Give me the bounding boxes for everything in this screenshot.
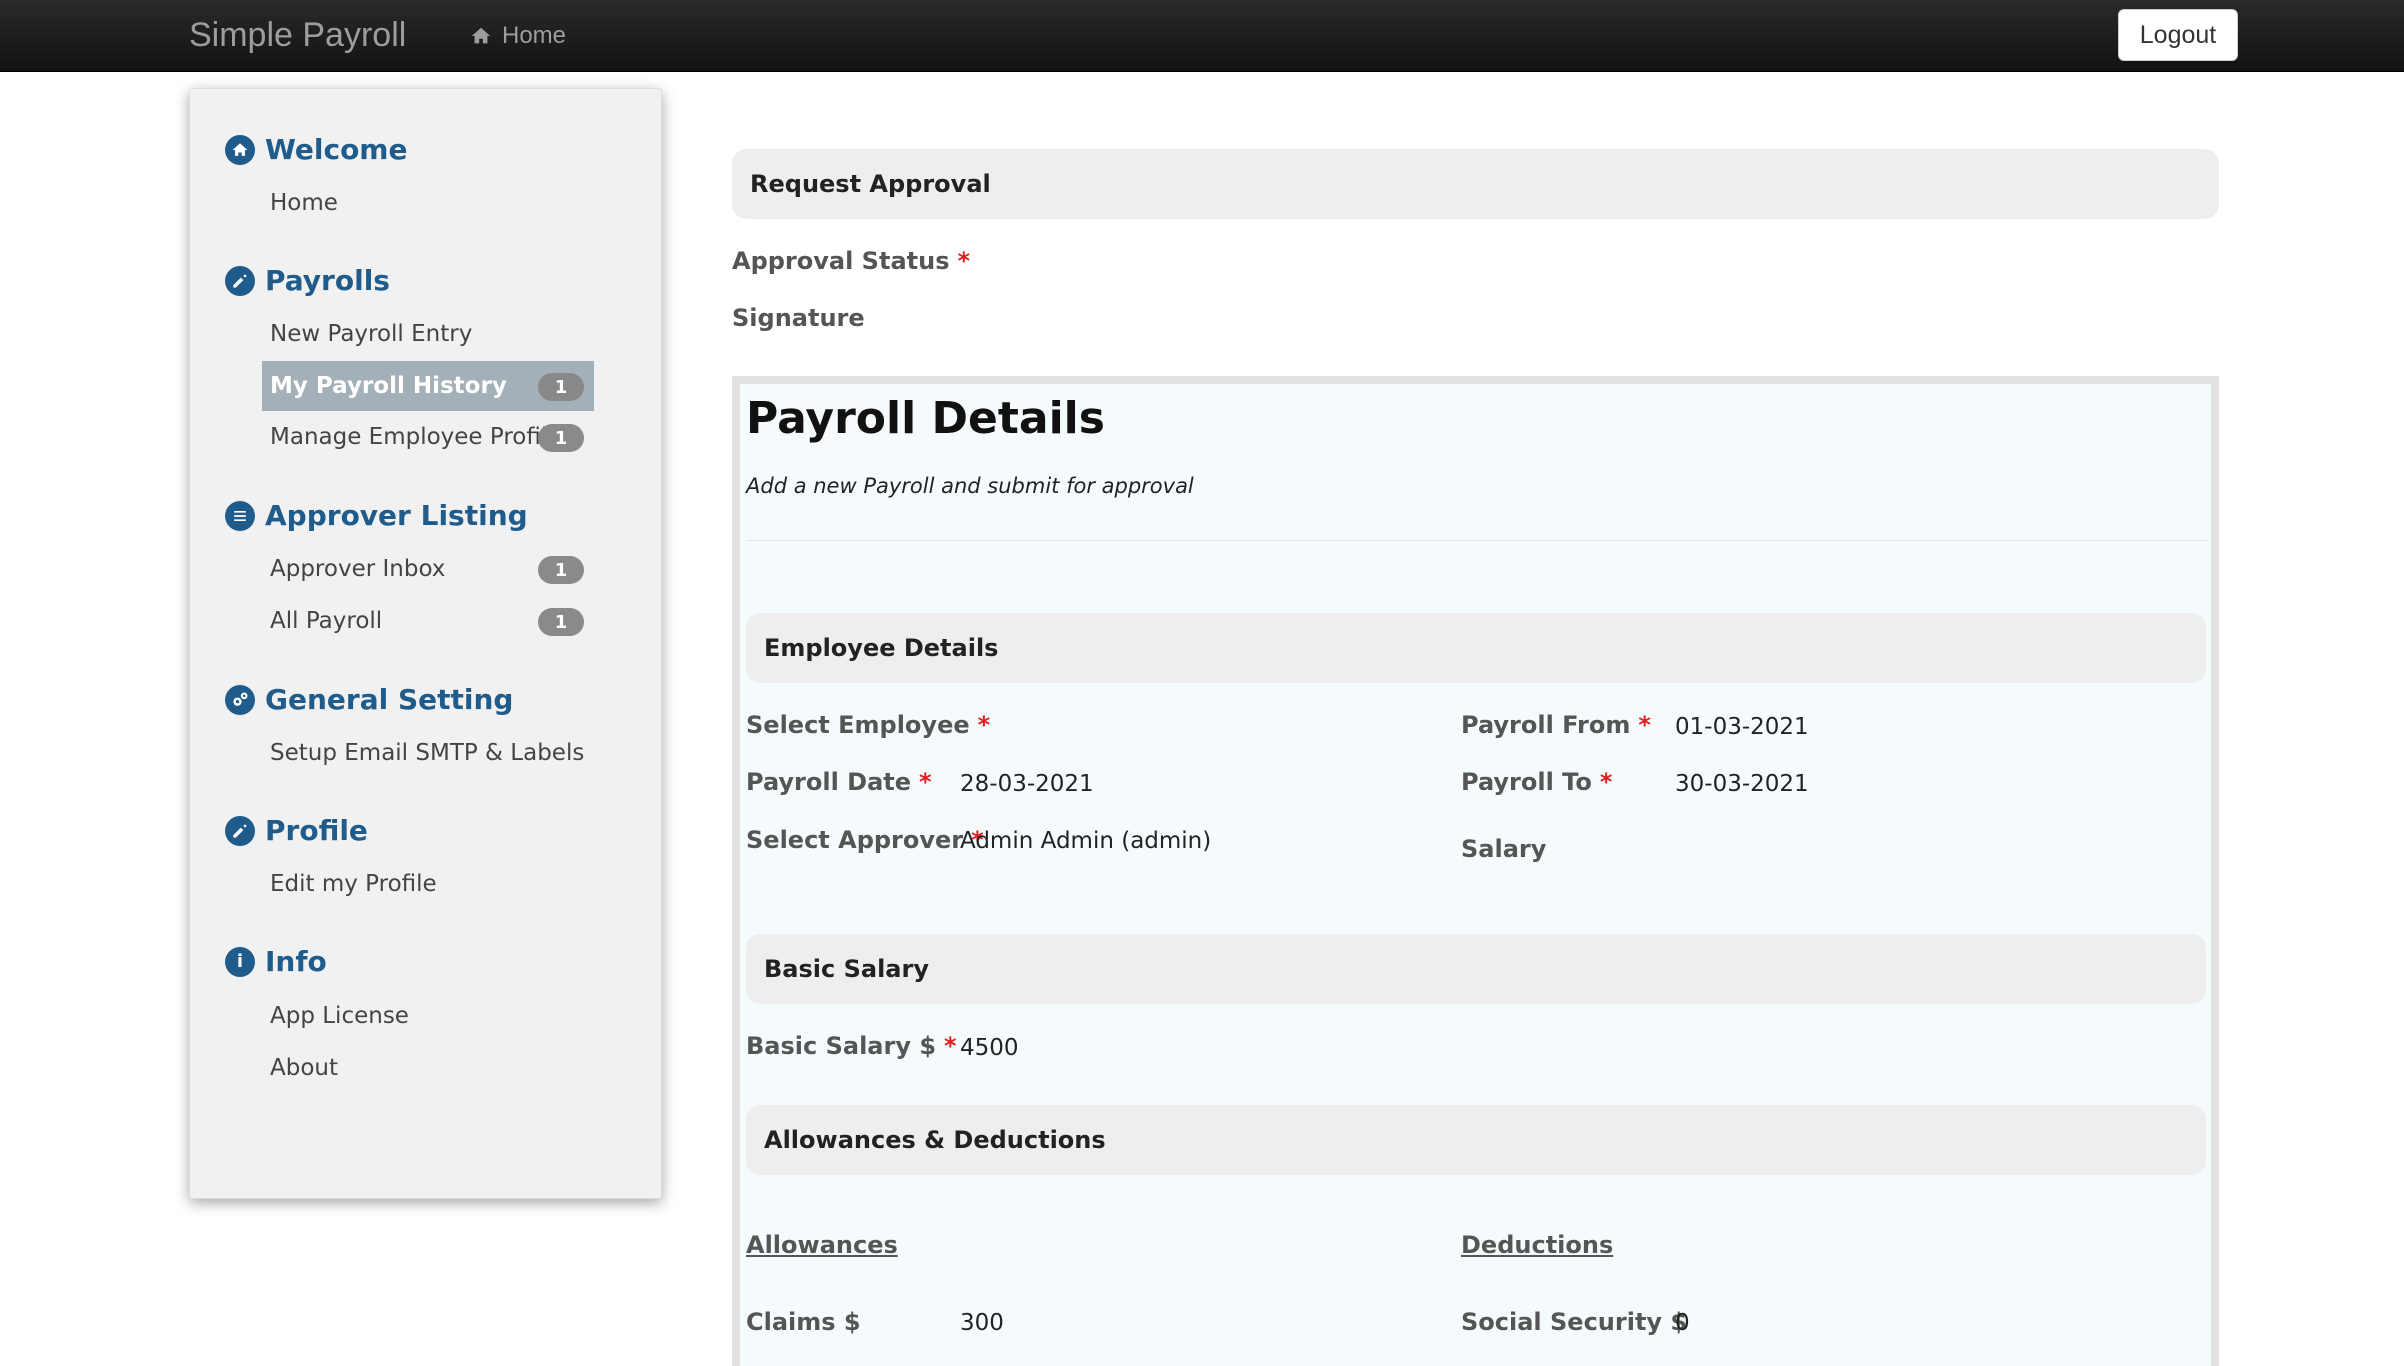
sidebar-section-title: Info — [265, 945, 327, 978]
select-employee-label: Select Employee * — [746, 711, 990, 739]
salary-label: Salary — [1461, 835, 1547, 863]
sidebar-section-title: Welcome — [265, 133, 408, 166]
label-text: Select Employee — [746, 711, 970, 739]
count-badge: 1 — [538, 608, 584, 636]
panel-title: Request Approval — [750, 170, 991, 198]
sidebar-item-edit-my-profile[interactable]: Edit my Profile — [262, 859, 594, 909]
request-approval-header: Request Approval — [732, 149, 2219, 219]
sidebar-item-label: Approver Inbox — [270, 556, 446, 582]
select-approver-label: Select Approver * — [746, 826, 984, 854]
payroll-date-label: Payroll Date * — [746, 768, 932, 796]
sidebar-item-my-payroll-history[interactable]: My Payroll History 1 — [262, 361, 594, 411]
required-marker: * — [1599, 768, 1613, 796]
social-security-value[interactable]: 0 — [1675, 1310, 1690, 1336]
home-icon — [225, 134, 255, 165]
social-security-label: Social Security $ — [1461, 1308, 1688, 1336]
info-icon: i — [225, 946, 255, 977]
nav-home-link[interactable]: Home — [470, 22, 566, 50]
payroll-details-panel — [732, 376, 2219, 1366]
payroll-to-label: Payroll To * — [1461, 768, 1612, 796]
sidebar-item-label: My Payroll History — [270, 373, 507, 399]
select-approver-value[interactable]: Admin Admin (admin) — [960, 828, 1211, 854]
list-icon — [225, 500, 255, 531]
sidebar-item-label: Edit my Profile — [270, 871, 437, 897]
sidebar-section-title: Payrolls — [265, 264, 390, 297]
payroll-date-value[interactable]: 28-03-2021 — [960, 771, 1094, 797]
required-marker: * — [919, 768, 932, 796]
label-text: Payroll To — [1461, 768, 1592, 796]
approval-status-label: Approval Status * — [732, 247, 970, 275]
edit-icon — [225, 815, 255, 846]
sidebar-section-info: i Info — [225, 945, 327, 978]
sidebar-section-title: Profile — [265, 814, 368, 847]
basic-salary-header: Basic Salary — [746, 934, 2206, 1004]
label-text: Approval Status — [732, 247, 950, 275]
payroll-to-value[interactable]: 30-03-2021 — [1675, 771, 1809, 797]
required-marker: * — [957, 247, 971, 275]
payroll-from-value[interactable]: 01-03-2021 — [1675, 714, 1809, 740]
sidebar-item-label: Setup Email SMTP & Labels — [270, 740, 585, 766]
count-badge: 1 — [538, 556, 584, 584]
payroll-details-subtitle: Add a new Payroll and submit for approva… — [746, 474, 1194, 498]
logout-button[interactable]: Logout — [2118, 9, 2238, 61]
top-navbar: Simple Payroll Home Logout — [0, 0, 2404, 72]
employee-details-header: Employee Details — [746, 613, 2206, 683]
sidebar-item-new-payroll-entry[interactable]: New Payroll Entry — [262, 309, 594, 359]
allowances-heading: Allowances — [746, 1231, 898, 1259]
label-text: Basic Salary $ — [746, 1032, 937, 1060]
payroll-details-title: Payroll Details — [746, 393, 1105, 444]
sidebar-item-label: New Payroll Entry — [270, 321, 473, 347]
sidebar-item-manage-employee-profile[interactable]: Manage Employee Profile 1 — [262, 412, 594, 462]
sidebar-section-welcome: Welcome — [225, 133, 407, 166]
sidebar-section-title: General Setting — [265, 683, 514, 716]
panel-title: Basic Salary — [764, 955, 929, 983]
sidebar-section-approver-listing: Approver Listing — [225, 499, 528, 532]
sidebar-item-home[interactable]: Home — [262, 178, 594, 228]
required-marker: * — [944, 1032, 957, 1060]
basic-salary-value[interactable]: 4500 — [960, 1035, 1019, 1061]
count-badge: 1 — [538, 373, 584, 401]
nav-home-label: Home — [502, 22, 567, 49]
app-brand[interactable]: Simple Payroll — [189, 16, 406, 55]
sidebar-section-general-setting: General Setting — [225, 683, 513, 716]
sidebar-item-all-payroll[interactable]: All Payroll 1 — [262, 596, 594, 646]
payroll-from-label: Payroll From * — [1461, 711, 1651, 739]
required-marker: * — [977, 711, 991, 739]
sidebar-item-label: App License — [270, 1003, 409, 1029]
sidebar-section-profile: Profile — [225, 814, 368, 847]
sidebar-item-approver-inbox[interactable]: Approver Inbox 1 — [262, 544, 594, 594]
sidebar-item-app-license[interactable]: App License — [262, 991, 594, 1041]
panel-title: Employee Details — [764, 634, 999, 662]
allowances-deductions-header: Allowances & Deductions — [746, 1105, 2206, 1175]
claims-value[interactable]: 300 — [960, 1310, 1004, 1336]
sidebar-item-label: Home — [270, 190, 338, 216]
sidebar-section-payrolls: Payrolls — [225, 264, 390, 297]
deductions-heading: Deductions — [1461, 1231, 1614, 1259]
sidebar-item-label: All Payroll — [270, 608, 383, 634]
label-text: Select Approver — [746, 826, 964, 854]
count-badge: 1 — [538, 424, 584, 452]
required-marker: * — [1638, 711, 1651, 739]
home-icon — [471, 27, 491, 44]
claims-label: Claims $ — [746, 1308, 861, 1336]
sidebar-item-label: Manage Employee Profile — [270, 424, 562, 450]
edit-icon — [225, 265, 255, 296]
label-text: Payroll Date — [746, 768, 912, 796]
label-text: Payroll From — [1461, 711, 1631, 739]
signature-label: Signature — [732, 304, 865, 332]
sidebar-item-label: About — [270, 1055, 339, 1081]
basic-salary-label: Basic Salary $ * — [746, 1032, 957, 1060]
sidebar-section-title: Approver Listing — [265, 499, 528, 532]
gears-icon — [225, 684, 255, 715]
sidebar-item-setup-email-smtp[interactable]: Setup Email SMTP & Labels — [262, 728, 594, 778]
sidebar: Welcome Home Payrolls New Payroll Entry … — [189, 88, 662, 1199]
divider — [746, 540, 2208, 541]
sidebar-item-about[interactable]: About — [262, 1043, 594, 1093]
panel-title: Allowances & Deductions — [764, 1126, 1106, 1154]
label-text: Signature — [732, 304, 865, 332]
